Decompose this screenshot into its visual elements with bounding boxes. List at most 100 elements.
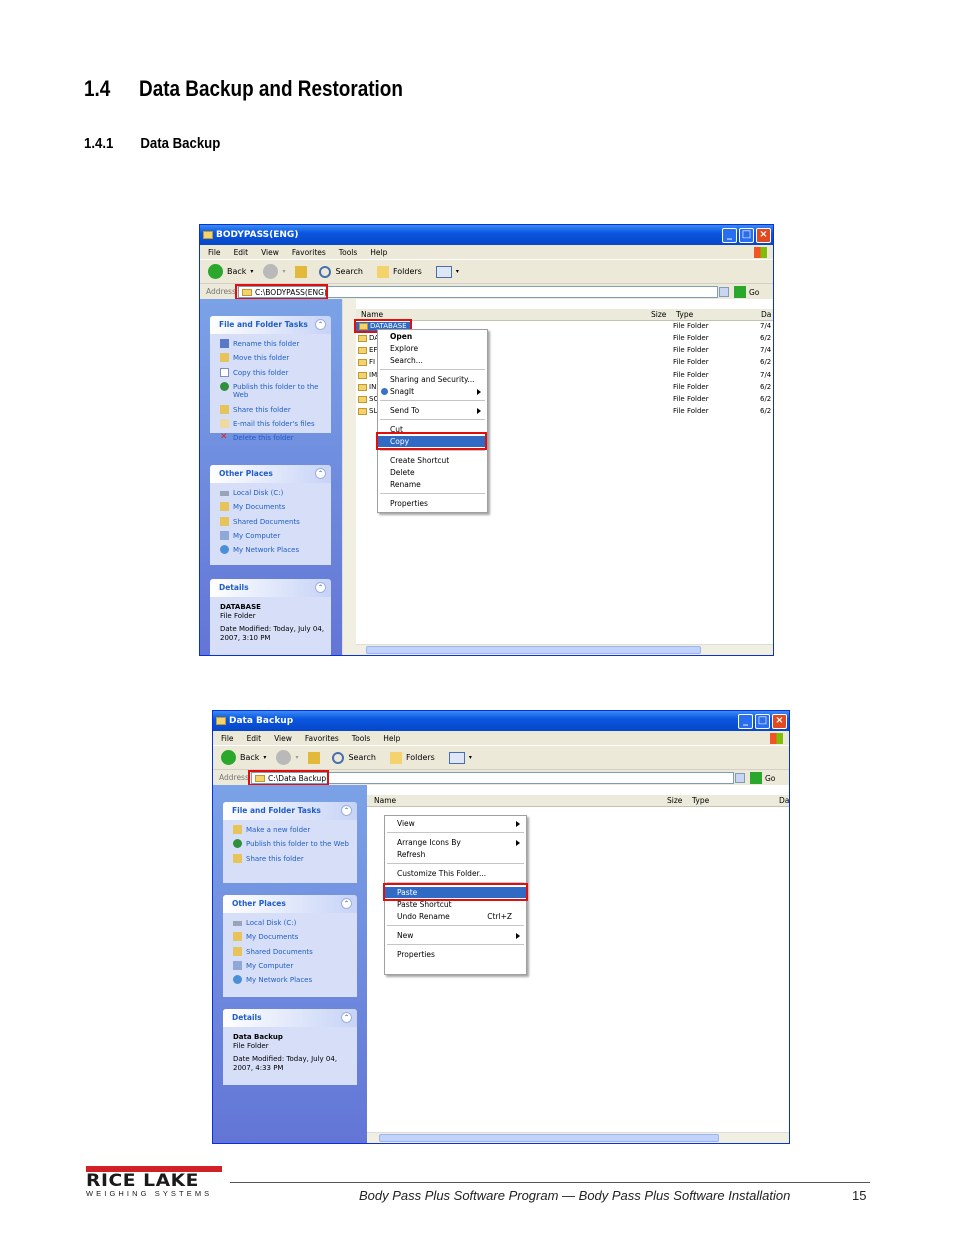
menu-item-send-to[interactable]: Send To	[378, 405, 487, 416]
task-rename[interactable]: Rename this folder	[220, 339, 325, 349]
back-arrow-icon[interactable]	[221, 750, 236, 765]
menu-favorites[interactable]: Favorites	[305, 734, 339, 743]
up-folder-icon[interactable]	[295, 265, 308, 278]
scroll-thumb[interactable]	[366, 646, 701, 654]
menu-item-search[interactable]: Search...	[378, 355, 487, 366]
collapse-chevron-icon[interactable]: ⌃	[315, 582, 326, 593]
task-new-folder[interactable]: Make a new folder	[233, 825, 351, 835]
place-my-documents[interactable]: My Documents	[220, 502, 325, 512]
minimize-button[interactable]: _	[722, 228, 737, 243]
maximize-button[interactable]: □	[755, 714, 770, 729]
menu-item-explore[interactable]: Explore	[378, 343, 487, 354]
search-button[interactable]: Search	[335, 267, 362, 276]
forward-arrow-icon[interactable]	[263, 264, 279, 279]
collapse-chevron-icon[interactable]: ⌃	[341, 898, 352, 909]
menu-favorites[interactable]: Favorites	[292, 248, 326, 257]
column-date[interactable]: Da	[761, 309, 771, 321]
column-type[interactable]: Type	[676, 309, 693, 321]
place-shared-documents[interactable]: Shared Documents	[220, 516, 325, 527]
place-local-disk[interactable]: Local Disk (C:)	[220, 489, 325, 498]
place-network[interactable]: My Network Places	[233, 975, 351, 985]
place-my-documents[interactable]: My Documents	[233, 932, 351, 942]
collapse-chevron-icon[interactable]: ⌃	[341, 1012, 352, 1023]
task-publish[interactable]: Publish this folder to the Web	[220, 381, 325, 400]
left-pane-scrollbar[interactable]	[342, 299, 356, 655]
task-share[interactable]: Share this folder	[220, 404, 325, 415]
back-button[interactable]: Back	[227, 267, 246, 276]
horizontal-scrollbar[interactable]	[356, 644, 773, 655]
place-local-disk[interactable]: Local Disk (C:)	[233, 919, 351, 928]
menu-item-delete[interactable]: Delete	[378, 467, 487, 478]
menu-item-refresh[interactable]: Refresh	[385, 849, 526, 860]
menu-help[interactable]: Help	[370, 248, 387, 257]
menu-item-snagit[interactable]: SnagIt	[378, 386, 487, 397]
task-delete[interactable]: ✕ Delete this folder	[220, 433, 325, 443]
scroll-thumb[interactable]	[379, 1134, 719, 1142]
menu-file[interactable]: File	[208, 248, 221, 257]
menu-tools[interactable]: Tools	[339, 248, 357, 257]
close-button[interactable]: ×	[756, 228, 771, 243]
task-share[interactable]: Share this folder	[233, 853, 351, 864]
menu-file[interactable]: File	[221, 734, 234, 743]
back-arrow-icon[interactable]	[208, 264, 223, 279]
place-network[interactable]: My Network Places	[220, 545, 325, 555]
menu-item-create-shortcut[interactable]: Create Shortcut	[378, 455, 487, 466]
menu-item-rename[interactable]: Rename	[378, 479, 487, 490]
menu-help[interactable]: Help	[383, 734, 400, 743]
task-publish[interactable]: Publish this folder to the Web	[233, 839, 351, 849]
task-email[interactable]: E-mail this folder's files	[220, 418, 325, 429]
task-move[interactable]: Move this folder	[220, 353, 325, 363]
go-button[interactable]: Go	[750, 772, 775, 784]
horizontal-scrollbar[interactable]	[367, 1132, 789, 1143]
menu-tools[interactable]: Tools	[352, 734, 370, 743]
search-icon[interactable]	[332, 751, 345, 764]
search-icon[interactable]	[319, 265, 332, 278]
folders-icon[interactable]	[389, 751, 402, 764]
column-name[interactable]: Name	[374, 795, 396, 807]
folders-icon[interactable]	[376, 265, 389, 278]
menu-item-customize[interactable]: Customize This Folder...	[385, 868, 526, 879]
chevron-down-icon[interactable]	[719, 287, 729, 297]
place-my-computer[interactable]: My Computer	[233, 960, 351, 971]
column-type[interactable]: Type	[692, 795, 709, 807]
task-copy[interactable]: Copy this folder	[220, 367, 325, 378]
menu-view[interactable]: View	[261, 248, 279, 257]
panel-header[interactable]: File and Folder Tasks ⌃	[210, 316, 331, 334]
search-button[interactable]: Search	[348, 753, 375, 762]
chevron-down-icon[interactable]	[735, 773, 745, 783]
menu-edit[interactable]: Edit	[234, 248, 249, 257]
menu-item-sharing[interactable]: Sharing and Security...	[378, 374, 487, 385]
menu-item-properties[interactable]: Properties	[385, 949, 526, 960]
place-shared-documents[interactable]: Shared Documents	[233, 946, 351, 957]
back-button[interactable]: Back	[240, 753, 259, 762]
forward-arrow-icon[interactable]	[276, 750, 292, 765]
menu-item-view[interactable]: View	[385, 818, 526, 829]
minimize-button[interactable]: _	[738, 714, 753, 729]
panel-header[interactable]: Details ⌃	[223, 1009, 357, 1027]
menu-item-open[interactable]: Open	[378, 331, 487, 342]
panel-header[interactable]: Other Places ⌃	[223, 895, 357, 913]
menu-item-arrange[interactable]: Arrange Icons By	[385, 837, 526, 848]
collapse-chevron-icon[interactable]: ⌃	[315, 468, 326, 479]
collapse-chevron-icon[interactable]: ⌃	[341, 805, 352, 816]
menu-item-undo-rename[interactable]: Undo Rename Ctrl+Z	[385, 911, 526, 922]
close-button[interactable]: ×	[772, 714, 787, 729]
folders-button[interactable]: Folders	[393, 267, 422, 276]
panel-header[interactable]: Details ⌃	[210, 579, 331, 597]
maximize-button[interactable]: □	[739, 228, 754, 243]
panel-header[interactable]: Other Places ⌃	[210, 465, 331, 483]
up-folder-icon[interactable]	[308, 751, 321, 764]
menu-item-properties[interactable]: Properties	[378, 498, 487, 509]
column-size[interactable]: Size	[667, 795, 682, 807]
collapse-chevron-icon[interactable]: ⌃	[315, 319, 326, 330]
place-my-computer[interactable]: My Computer	[220, 530, 325, 541]
panel-header[interactable]: File and Folder Tasks ⌃	[223, 802, 357, 820]
column-date[interactable]: Da	[779, 795, 789, 807]
go-button[interactable]: Go	[734, 286, 759, 298]
menu-edit[interactable]: Edit	[247, 734, 262, 743]
menu-view[interactable]: View	[274, 734, 292, 743]
folders-button[interactable]: Folders	[406, 753, 435, 762]
menu-item-new[interactable]: New	[385, 930, 526, 941]
views-icon[interactable]	[448, 751, 465, 764]
views-icon[interactable]	[435, 265, 452, 278]
